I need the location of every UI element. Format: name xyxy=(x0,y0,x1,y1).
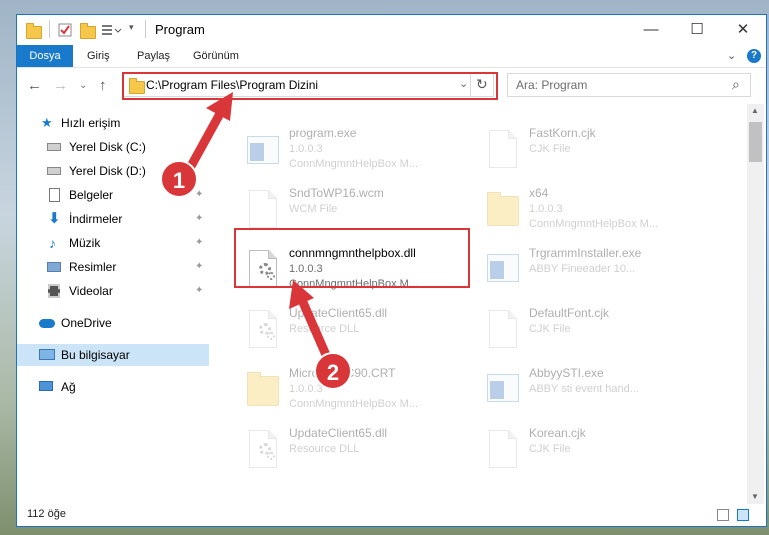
tutorial-arrows xyxy=(185,92,331,360)
step-1-badge: 1 xyxy=(160,160,198,198)
step-2-badge: 2 xyxy=(314,352,352,390)
